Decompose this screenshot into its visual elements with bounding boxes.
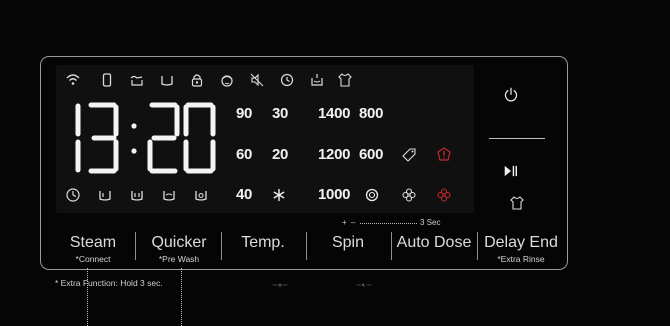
spin-800: 800 [359, 105, 384, 122]
time-icon [279, 72, 295, 88]
steam-sub: *Connect [75, 254, 111, 264]
power-button[interactable] [503, 87, 529, 113]
phone-icon [99, 72, 115, 88]
auto-dose-button[interactable]: Auto Dose [396, 234, 472, 252]
wifi-icon [65, 72, 81, 88]
divider [391, 232, 392, 260]
tub-wave-icon [161, 187, 177, 203]
time-readout [64, 101, 224, 175]
divider [221, 232, 222, 260]
steam-button[interactable]: Steam [62, 234, 124, 252]
tub-icon [159, 72, 175, 88]
spin-plus-hint: + [342, 218, 347, 227]
drum-icon [193, 187, 209, 203]
temp-20: 20 [272, 146, 289, 163]
flower-icon [401, 187, 417, 203]
temp-90: 90 [236, 105, 253, 122]
child-lock-combo-icon [272, 277, 338, 293]
delay-end-sub: *Extra Rinse [497, 254, 545, 264]
hold-dotted-line [360, 223, 417, 224]
door-lock-icon [189, 72, 205, 88]
tag-icon [401, 147, 417, 163]
tub-double-icon [129, 187, 145, 203]
clock-icon [65, 187, 81, 203]
spin-1000: 1000 [318, 186, 351, 203]
hold-hint: 3 Sec [420, 218, 441, 227]
temp-button[interactable]: Temp. [231, 234, 295, 252]
delay-end-button[interactable]: Delay End [482, 234, 560, 252]
play-pause-button[interactable] [503, 163, 531, 187]
mute-combo-icon [356, 277, 422, 293]
hand-wash-icon [129, 72, 145, 88]
warning-shield-icon [436, 146, 452, 162]
spin-1200: 1200 [318, 146, 351, 163]
divider [135, 232, 136, 260]
spin-button[interactable]: Spin [316, 234, 380, 252]
quicker-sub: *Pre Wash [158, 254, 200, 264]
divider [306, 232, 307, 260]
temp-60: 60 [236, 146, 253, 163]
snowflake-icon [271, 187, 287, 203]
mute-icon [249, 72, 265, 88]
spin-600: 600 [359, 146, 384, 163]
steam-leader-line [87, 268, 88, 326]
spin-1400: 1400 [318, 105, 351, 122]
spin-minus-hint: – [351, 218, 356, 227]
quicker-button[interactable]: Quicker [144, 234, 214, 252]
detergent-icon [309, 72, 325, 88]
temp-30: 30 [272, 105, 289, 122]
power-separator [489, 138, 545, 139]
divider [477, 232, 478, 260]
footnote: * Extra Function: Hold 3 sec. [55, 278, 163, 288]
no-spin-icon [364, 187, 380, 203]
temp-40: 40 [236, 186, 253, 203]
red-flower-icon [436, 187, 452, 203]
shirt-icon [337, 72, 353, 88]
shirt-plus-icon [509, 195, 524, 210]
child-lock-icon [219, 72, 235, 88]
quicker-leader-line [181, 268, 182, 326]
tub-icon [97, 187, 113, 203]
